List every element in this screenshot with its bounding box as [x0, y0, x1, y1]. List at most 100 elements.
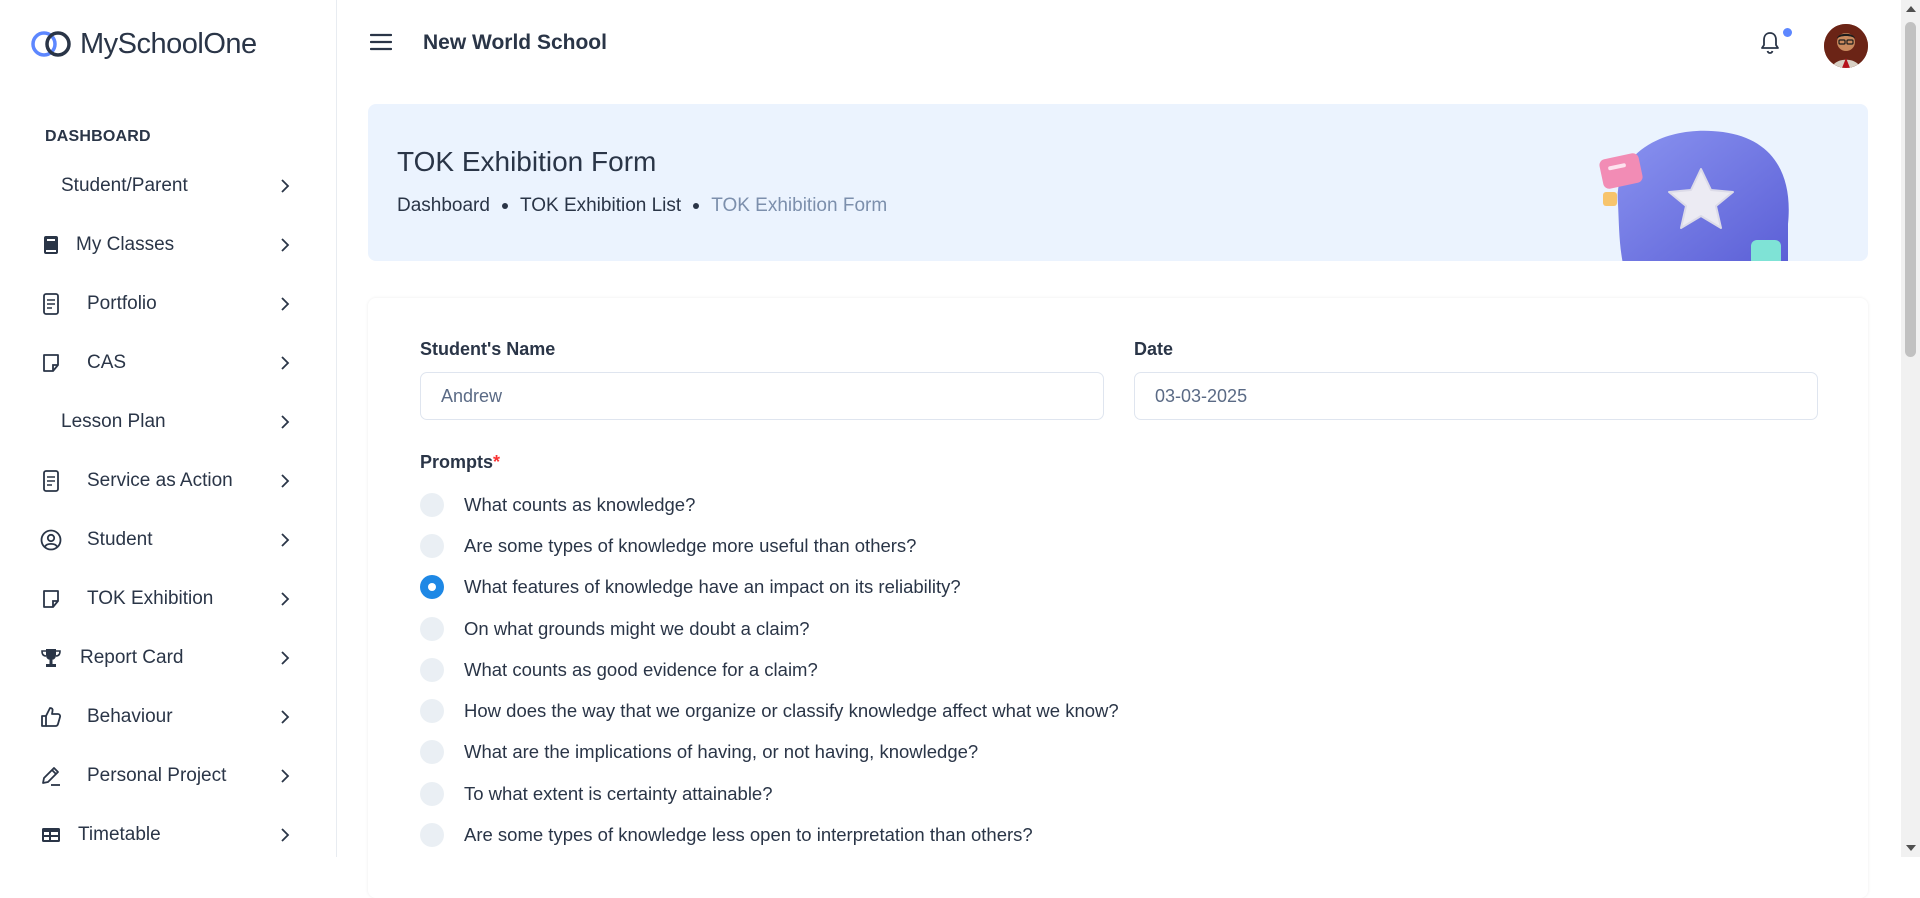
- prompt-option[interactable]: What features of knowledge have an impac…: [420, 567, 1119, 608]
- sidebar-item-label: My Classes: [76, 233, 175, 255]
- prompt-option[interactable]: How does the way that we organize or cla…: [420, 690, 1119, 731]
- chevron-right-icon: [281, 532, 290, 547]
- user-circle-icon: [40, 529, 62, 551]
- breadcrumb-separator-icon: [693, 203, 700, 209]
- sidebar-item-label: Report Card: [80, 646, 184, 668]
- sidebar-item-label: CAS: [87, 351, 127, 373]
- prompt-option-label: What features of knowledge have an impac…: [464, 576, 961, 598]
- page-title: TOK Exhibition Form: [397, 146, 657, 177]
- page-banner: TOK Exhibition Form Dashboard TOK Exhibi…: [368, 104, 1868, 261]
- breadcrumb-dashboard[interactable]: Dashboard: [397, 195, 490, 217]
- prompts-label-text: Prompts: [420, 452, 494, 472]
- sidebar-item-service-as-action[interactable]: Service as Action: [0, 451, 337, 510]
- notification-badge: [1783, 28, 1792, 37]
- radio-button[interactable]: [420, 781, 444, 806]
- radio-button[interactable]: [420, 699, 444, 724]
- tok-exhibition-form: Student's Name Date Prompts* What counts…: [368, 298, 1868, 898]
- student-name-label: Student's Name: [420, 339, 556, 359]
- radio-button[interactable]: [420, 533, 444, 558]
- radio-button[interactable]: [420, 575, 444, 600]
- sidebar-item-portfolio[interactable]: Portfolio: [0, 274, 337, 333]
- note-icon: [40, 588, 62, 610]
- chevron-right-icon: [281, 355, 290, 370]
- prompts-label: Prompts*: [420, 452, 500, 473]
- sidebar-item-label: Portfolio: [87, 292, 157, 314]
- chevron-right-icon: [281, 473, 290, 488]
- prompt-option-label: Are some types of knowledge less open to…: [464, 824, 1033, 846]
- hamburger-menu-icon[interactable]: [370, 33, 392, 51]
- breadcrumb-current: TOK Exhibition Form: [711, 195, 888, 216]
- chevron-right-icon: [281, 178, 290, 193]
- radio-button[interactable]: [420, 823, 444, 848]
- sidebar-item-student-parent[interactable]: Student/Parent: [0, 156, 337, 215]
- page-scrollbar[interactable]: [1901, 0, 1920, 857]
- sidebar-item-label: Service as Action: [87, 469, 233, 491]
- prompt-option[interactable]: On what grounds might we doubt a claim?: [420, 608, 1119, 649]
- document-icon: [40, 292, 62, 315]
- breadcrumb: Dashboard TOK Exhibition List TOK Exhibi…: [397, 195, 887, 217]
- sidebar-item-label: Personal Project: [87, 764, 227, 786]
- prompts-radio-group: What counts as knowledge? Are some types…: [420, 484, 1119, 856]
- chevron-right-icon: [281, 591, 290, 606]
- sidebar-section-label: DASHBOARD: [45, 128, 151, 145]
- prompt-option-label: On what grounds might we doubt a claim?: [464, 617, 810, 639]
- trophy-icon: [40, 647, 62, 669]
- radio-button[interactable]: [420, 657, 444, 682]
- sidebar-item-label: Lesson Plan: [61, 410, 166, 432]
- sidebar-nav: Student/Parent My Classes Portfolio CAS: [0, 156, 337, 864]
- sidebar-item-student[interactable]: Student: [0, 510, 337, 569]
- sidebar-item-label: Behaviour: [87, 705, 173, 727]
- scroll-up-arrow-icon[interactable]: [1906, 6, 1916, 12]
- prompt-option-label: What counts as good evidence for a claim…: [464, 658, 818, 680]
- student-name-field[interactable]: [420, 372, 1104, 420]
- sidebar-item-label: TOK Exhibition: [87, 587, 214, 609]
- prompt-option-label: What are the implications of having, or …: [464, 741, 979, 763]
- sidebar-item-cas[interactable]: CAS: [0, 333, 337, 392]
- prompt-option[interactable]: Are some types of knowledge more useful …: [420, 525, 1119, 566]
- required-asterisk: *: [493, 452, 501, 472]
- app-logo[interactable]: MySchoolOne: [30, 26, 257, 62]
- prompt-option[interactable]: Are some types of knowledge less open to…: [420, 814, 1119, 855]
- prompt-option[interactable]: What counts as good evidence for a claim…: [420, 649, 1119, 690]
- chevron-right-icon: [281, 650, 290, 665]
- logo-text: MySchoolOne: [80, 27, 257, 60]
- table-icon: [40, 824, 62, 846]
- thumbs-up-icon: [40, 706, 62, 728]
- chevron-right-icon: [281, 827, 290, 842]
- date-label: Date: [1134, 339, 1174, 359]
- prompt-option-label: Are some types of knowledge more useful …: [464, 534, 917, 556]
- sidebar-item-personal-project[interactable]: Personal Project: [0, 746, 337, 805]
- note-icon: [40, 352, 62, 374]
- user-avatar[interactable]: [1824, 24, 1868, 68]
- chevron-right-icon: [281, 414, 290, 429]
- prompt-option[interactable]: What counts as knowledge?: [420, 484, 1119, 525]
- prompt-option-label: What counts as knowledge?: [464, 493, 696, 515]
- sidebar-item-report-card[interactable]: Report Card: [0, 628, 337, 687]
- scroll-down-arrow-icon[interactable]: [1906, 845, 1916, 851]
- scrollbar-thumb[interactable]: [1905, 22, 1916, 357]
- sidebar-item-my-classes[interactable]: My Classes: [0, 215, 337, 274]
- prompt-option-label: To what extent is certainty attainable?: [464, 782, 773, 804]
- notification-bell-icon[interactable]: [1757, 30, 1783, 56]
- prompt-option[interactable]: What are the implications of having, or …: [420, 732, 1119, 773]
- sidebar-item-label: Timetable: [78, 823, 161, 845]
- radio-button[interactable]: [420, 492, 444, 517]
- banner-illustration-icon: [1599, 130, 1789, 261]
- school-name: New World School: [423, 31, 607, 54]
- sidebar-item-tok-exhibition[interactable]: TOK Exhibition: [0, 569, 337, 628]
- chevron-right-icon: [281, 237, 290, 252]
- sidebar-item-lesson-plan[interactable]: Lesson Plan: [0, 392, 337, 451]
- logo-rings-icon: [31, 31, 71, 57]
- sidebar-item-timetable[interactable]: Timetable: [0, 805, 337, 864]
- radio-button[interactable]: [420, 616, 444, 641]
- pen-icon: [40, 765, 62, 787]
- prompt-option[interactable]: To what extent is certainty attainable?: [420, 773, 1119, 814]
- breadcrumb-tok-exhibition-list[interactable]: TOK Exhibition List: [520, 195, 681, 217]
- sidebar-item-behaviour[interactable]: Behaviour: [0, 687, 337, 746]
- chevron-right-icon: [281, 768, 290, 783]
- date-field[interactable]: [1134, 372, 1818, 420]
- book-icon: [40, 234, 62, 256]
- sidebar: MySchoolOne DASHBOARD Student/Parent My …: [0, 0, 337, 857]
- radio-button[interactable]: [420, 740, 444, 765]
- chevron-right-icon: [281, 296, 290, 311]
